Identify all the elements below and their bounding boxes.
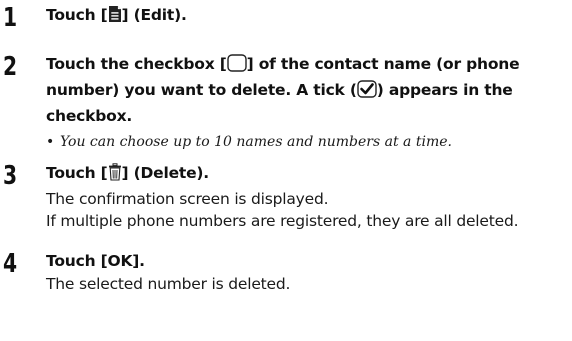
step-heading: Touch [ ] (Edit). [46, 4, 568, 30]
step-heading-text: Touch the checkbox [ [46, 55, 227, 73]
step-number: 1 [3, 3, 17, 33]
step-content: Touch [ ] (Edit). [46, 4, 568, 30]
checkbox-ticked-icon [357, 80, 377, 105]
step-heading-text: ) appears in the [376, 81, 513, 99]
step-heading-prefix: Touch [ [46, 6, 108, 24]
step-heading-suffix: ] (Delete). [121, 164, 210, 182]
step-content: Touch [OK]. The selected number is delet… [46, 250, 568, 295]
step-heading-text: checkbox. [46, 107, 133, 125]
step-content: Touch the checkbox [ ] of the contact na… [46, 53, 568, 152]
step-heading: Touch [ ] (Delete). [46, 162, 568, 188]
step-heading-text: number) you want to delete. A tick ( [46, 81, 357, 99]
checkbox-empty-icon [226, 54, 247, 79]
step-description: The confirmation screen is displayed. [46, 190, 329, 208]
step-number: 3 [3, 161, 17, 191]
step-heading-suffix: ] (Edit). [121, 6, 187, 24]
step-number: 2 [3, 52, 17, 82]
note-text: You can choose up to 10 names and number… [60, 134, 452, 150]
step-number: 4 [3, 249, 17, 279]
step-heading-text: ] of the contact name (or phone [246, 55, 520, 73]
step-description: The selected number is deleted. [46, 275, 291, 293]
note-bullet: • You can choose up to 10 names and numbe… [46, 132, 568, 152]
trash-icon [108, 163, 122, 188]
step-heading: Touch the checkbox [ ] of the contact na… [46, 53, 568, 128]
bullet-dot: • [46, 134, 55, 150]
edit-icon [108, 5, 122, 30]
step-description: If multiple phone numbers are registered… [46, 212, 519, 230]
step-heading-prefix: Touch [ [46, 164, 108, 182]
step-heading: Touch [OK]. [46, 252, 145, 270]
step-content: Touch [ ] (Delete). The confirmation scr… [46, 162, 568, 232]
